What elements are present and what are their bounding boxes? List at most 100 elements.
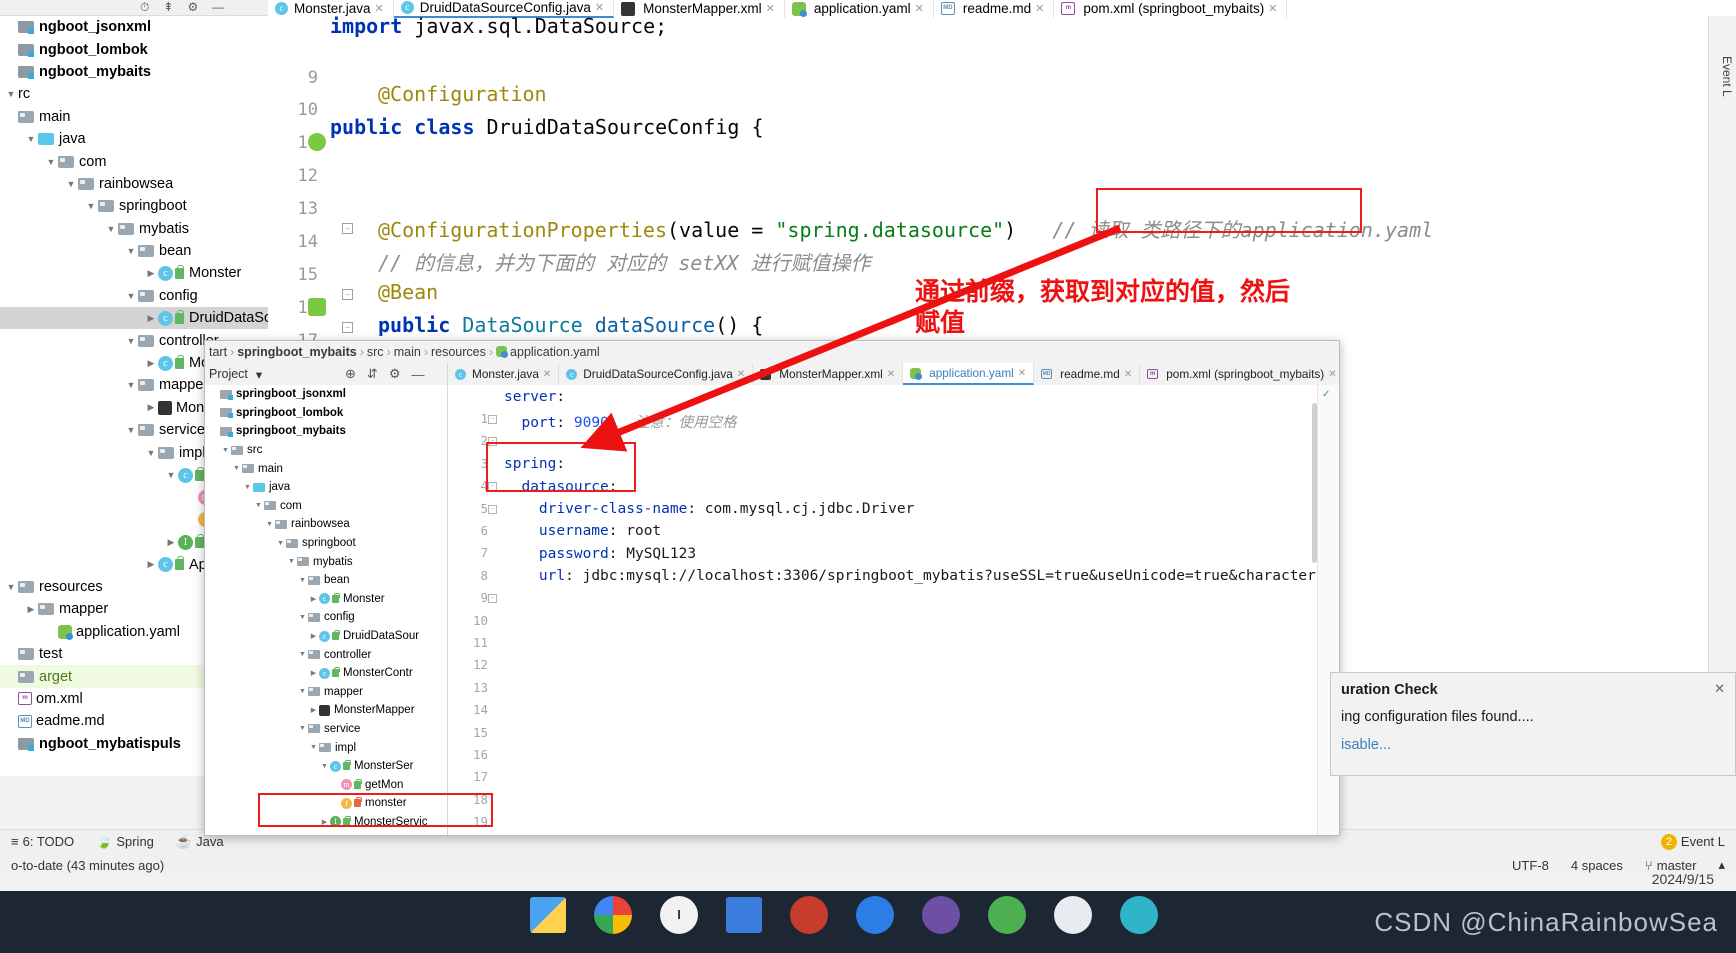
code-line[interactable]: public class DruidDataSourceConfig {	[330, 115, 764, 139]
inner-project-tree-item[interactable]: ▼ config	[205, 608, 447, 627]
inner-project-tree-item[interactable]: ▼ main	[205, 459, 447, 478]
app-blue-icon[interactable]	[856, 896, 894, 934]
inner-project-tree-item[interactable]: ▼ c MonsterSer	[205, 757, 447, 776]
editor-tab[interactable]: application.yaml ✕	[785, 0, 934, 18]
event-log-button[interactable]: 2 Event L	[1650, 833, 1736, 850]
inner-project-tree-item[interactable]: ▼ impl	[205, 738, 447, 757]
expand-arrow-icon[interactable]: ▼	[4, 582, 18, 592]
inner-editor-tab[interactable]: c DruidDataSourceConfig.java ✕	[559, 363, 754, 385]
project-tree-item[interactable]: ▼ bean	[0, 240, 268, 262]
inner-project-tree-item[interactable]: ▼ bean	[205, 571, 447, 590]
close-icon[interactable]: ✕	[1328, 369, 1336, 380]
project-tree-item[interactable]: ▶ c Monster	[0, 262, 268, 284]
expand-arrow-icon[interactable]: ▸	[184, 492, 198, 503]
chrome-icon[interactable]	[594, 896, 632, 934]
chevron-down-icon[interactable]: ▾	[256, 367, 262, 382]
close-icon[interactable]: ✕	[543, 369, 551, 380]
inner-project-tree-item[interactable]: ▼ mapper	[205, 683, 447, 702]
inner-editor-tab-bar[interactable]: c Monster.java ✕ c DruidDataSourceConfig.jav…	[448, 363, 1339, 385]
breadcrumb[interactable]: tart › springboot_mybaits › src › main › resourc…	[205, 341, 1339, 363]
status-indent[interactable]: 4 spaces	[1560, 858, 1634, 873]
inner-editor-tab[interactable]: MonsterMapper.xml ✕	[753, 363, 904, 385]
app-red-icon[interactable]	[790, 896, 828, 934]
inner-editor-tab[interactable]: m pom.xml (springboot_mybaits) ✕	[1140, 363, 1339, 385]
yaml-line[interactable]: server:	[504, 389, 565, 405]
run-icon[interactable]: ⏱	[140, 0, 149, 15]
expand-arrow-icon[interactable]: ▼	[64, 179, 78, 189]
yaml-line[interactable]: driver-class-name: com.mysql.cj.jdbc.Dri…	[504, 501, 914, 517]
expand-arrow-icon[interactable]: ▼	[104, 224, 118, 234]
inner-editor-tab[interactable]: c Monster.java ✕	[448, 363, 560, 385]
inner-project-tree-item[interactable]: m getMon	[205, 775, 447, 794]
close-icon[interactable]: ✕	[1124, 369, 1132, 380]
expand-arrow-icon[interactable]: ▸	[4, 671, 18, 682]
expand-arrow-icon[interactable]: ▶	[144, 358, 158, 369]
inner-project-tree-item[interactable]: springboot_lombok	[205, 404, 447, 423]
code-fold-icon[interactable]: −	[488, 415, 497, 424]
collapse-all-icon[interactable]: ⇵	[367, 366, 378, 382]
code-fold-icon[interactable]: −	[342, 289, 353, 300]
expand-arrow-icon[interactable]: ▼	[286, 558, 297, 565]
expand-arrow-icon[interactable]: ▼	[297, 577, 308, 584]
app-purple-icon[interactable]	[922, 896, 960, 934]
close-icon[interactable]: ✕	[1018, 368, 1026, 379]
expand-arrow-icon[interactable]: ▶	[144, 559, 158, 570]
project-tree-item[interactable]: ▸ main	[0, 106, 268, 128]
expand-arrow-icon[interactable]: ▼	[124, 336, 138, 346]
breadcrumb-item[interactable]: main	[394, 345, 421, 359]
expand-arrow-icon[interactable]: ▼	[164, 470, 178, 480]
project-tree-item[interactable]: ▼ config	[0, 285, 268, 307]
status-bar[interactable]: o-to-date (43 minutes ago) UTF-8 4 space…	[0, 853, 1736, 877]
target-icon[interactable]: ⊕	[345, 366, 356, 382]
yaml-line[interactable]: url: jdbc:mysql://localhost:3306/springb…	[504, 568, 1316, 584]
tool-window-button[interactable]: ≡ 6: TODO	[0, 834, 85, 849]
inner-project-tree-item[interactable]: ▼ rainbowsea	[205, 515, 447, 534]
expand-arrow-icon[interactable]: ▶	[144, 402, 158, 413]
minimize-icon[interactable]: —	[212, 0, 224, 15]
expand-arrow-icon[interactable]: ▶	[308, 706, 319, 714]
expand-arrow-icon[interactable]: ▼	[220, 447, 231, 454]
expand-arrow-icon[interactable]: ▼	[308, 744, 319, 751]
inner-project-tree-item[interactable]: ▶ c DruidDataSour	[205, 627, 447, 646]
expand-arrow-icon[interactable]: ▼	[124, 425, 138, 435]
status-encoding[interactable]: UTF-8	[1501, 858, 1560, 873]
inner-project-tree[interactable]: springboot_jsonxml springboot_lombok sprin…	[205, 385, 447, 835]
expand-arrow-icon[interactable]: ▶	[144, 313, 158, 324]
expand-arrow-icon[interactable]: ▼	[24, 134, 38, 144]
expand-arrow-icon[interactable]: ▶	[308, 595, 319, 603]
project-tree-item[interactable]: ▶c DruidDataSour	[0, 307, 268, 330]
expand-arrow-icon[interactable]: ▶	[164, 537, 178, 548]
code-line[interactable]: import javax.sql.DataSource;	[330, 14, 667, 38]
expand-arrow-icon[interactable]: ▼	[124, 380, 138, 390]
editor-tab[interactable]: MD readme.md ✕	[934, 0, 1055, 18]
expand-arrow-icon[interactable]: ▼	[84, 201, 98, 211]
code-fold-icon[interactable]: −	[488, 594, 497, 604]
inner-project-tree-item[interactable]: ▼ java	[205, 478, 447, 497]
windows-icon[interactable]	[530, 897, 566, 933]
code-fold-icon[interactable]: −	[342, 322, 353, 333]
app-teal-icon[interactable]	[1120, 896, 1158, 934]
expand-arrow-icon[interactable]: ▶	[308, 669, 319, 677]
settings-icon[interactable]: ⚙	[187, 0, 198, 15]
code-fold-icon[interactable]: −	[488, 504, 497, 514]
expand-arrow-icon[interactable]: ▼	[4, 89, 18, 99]
expand-arrow-icon[interactable]: ▼	[144, 448, 158, 458]
project-tree-item[interactable]: ▼ java	[0, 128, 268, 150]
expand-arrow-icon[interactable]: ▼	[253, 502, 264, 509]
expand-arrow-icon[interactable]: ▼	[275, 540, 286, 547]
app-green-icon[interactable]	[988, 896, 1026, 934]
notification-disable-link[interactable]: isable...	[1341, 737, 1391, 753]
app-white-icon[interactable]	[1054, 896, 1092, 934]
project-tree-item[interactable]: ▸ ngboot_lombok	[0, 38, 268, 60]
close-icon[interactable]: ✕	[737, 369, 745, 380]
yaml-line[interactable]: password: MySQL123	[504, 546, 696, 562]
upload-icon[interactable]: ⇞	[163, 0, 173, 15]
spring-bean-gutter-icon[interactable]	[308, 133, 326, 151]
code-line[interactable]: // 的信息，并为下面的 对应的 setXX 进行赋值操作	[330, 247, 870, 276]
inner-project-tree-item[interactable]: springboot_mybaits	[205, 422, 447, 441]
expand-arrow-icon[interactable]: ▼	[297, 651, 308, 658]
expand-arrow-icon[interactable]: ▸	[4, 693, 18, 704]
inner-project-tree-item[interactable]: ▼ src	[205, 441, 447, 460]
inner-project-tree-item[interactable]: ▼ com	[205, 497, 447, 516]
expand-arrow-icon[interactable]: ▸	[44, 626, 58, 637]
